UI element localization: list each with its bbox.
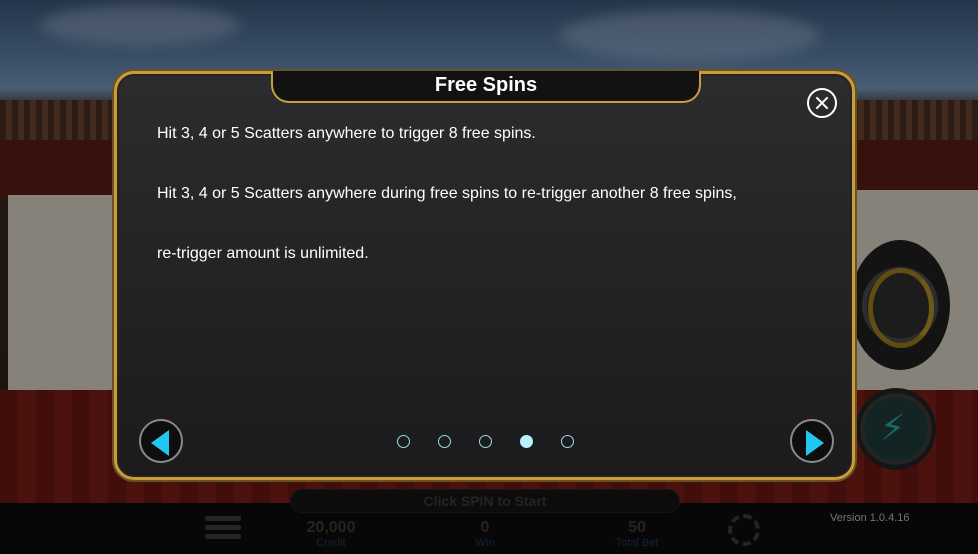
info-dialog: Free Spins Hit 3, 4 or 5 Scatters anywhe… [114,71,855,480]
page-dot[interactable] [561,435,574,448]
next-page-button[interactable] [790,419,834,463]
page-dot[interactable] [397,435,410,448]
page-dot[interactable] [479,435,492,448]
dialog-title: Free Spins [434,74,538,96]
paragraph: Hit 3, 4 or 5 Scatters anywhere to trigg… [157,125,536,142]
paragraph: Hit 3, 4 or 5 Scatters anywhere during f… [157,185,737,202]
arrow-left-icon [151,430,169,456]
paragraph: re-trigger amount is unlimited. [157,245,369,262]
arrow-right-icon [806,430,824,456]
page-dot[interactable] [520,435,533,448]
page-indicator [397,435,577,449]
close-icon[interactable] [807,88,837,118]
page-dot[interactable] [438,435,451,448]
title-tab: Free Spins [271,71,701,103]
prev-page-button[interactable] [139,419,183,463]
